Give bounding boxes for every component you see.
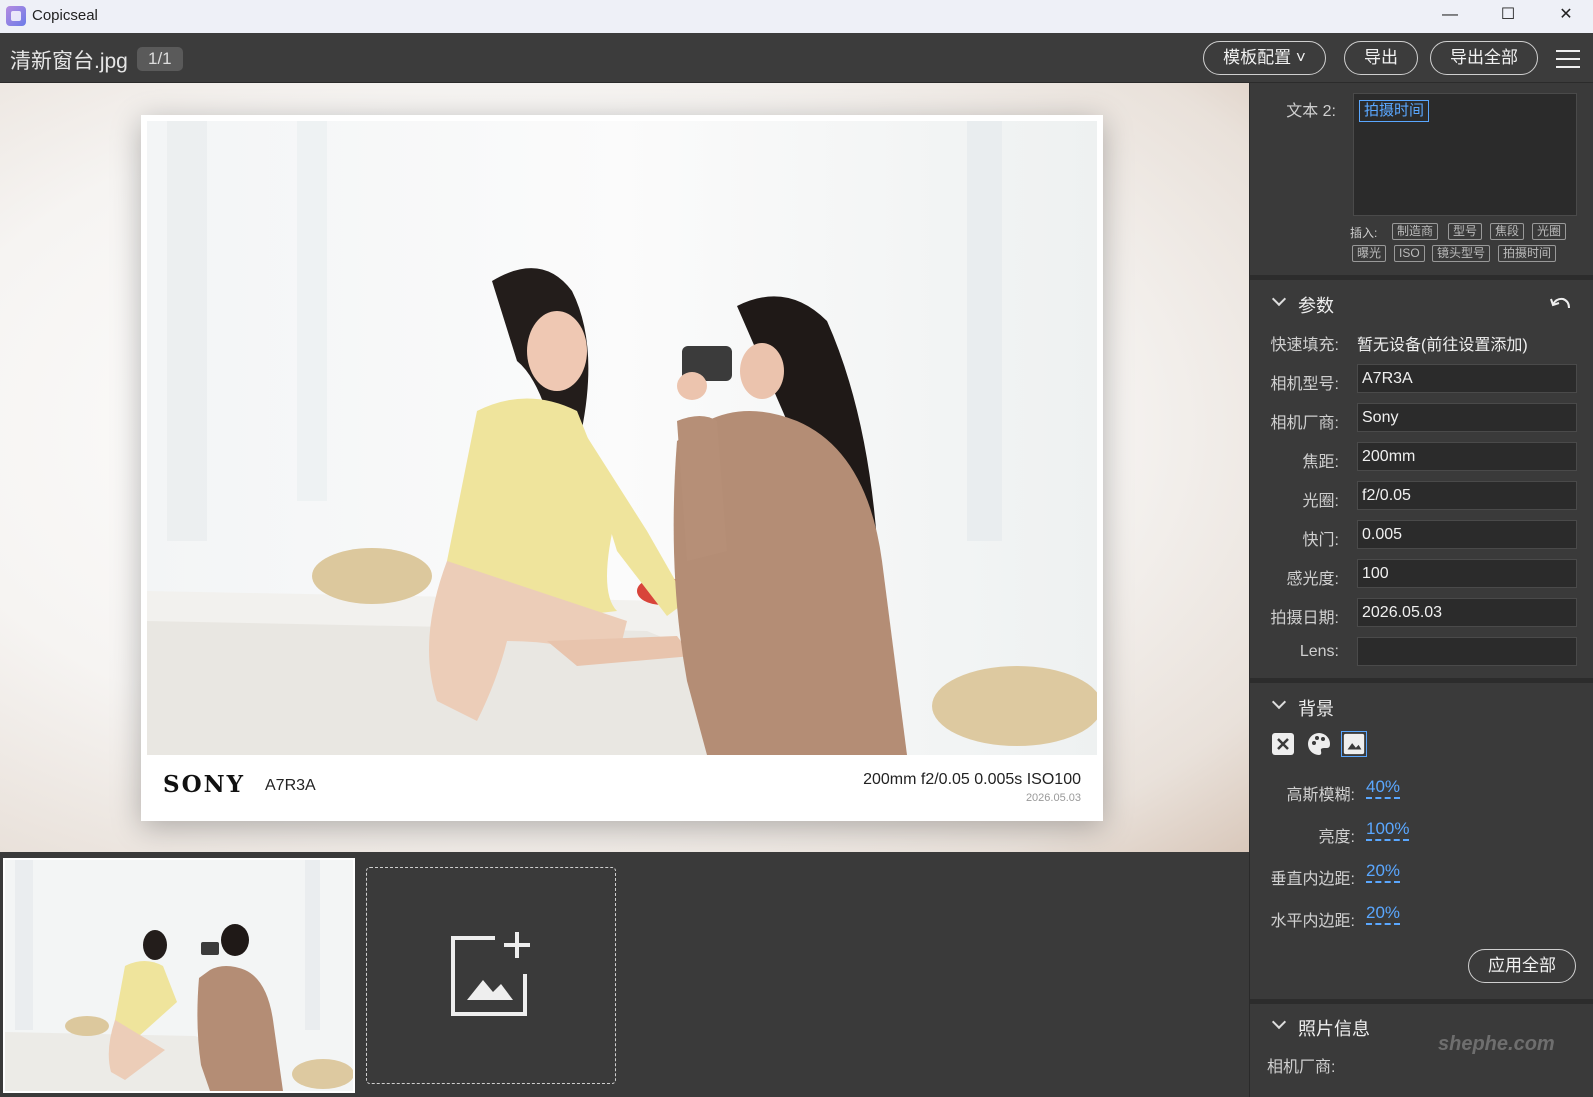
photo-info-maker-label: 相机厂商: <box>1267 1059 1336 1076</box>
settings-panel: 文本 2: 拍摄时间 插入: 制造商 型号 焦段 光圈 曝光 ISO 镜头型号 … <box>1249 83 1593 1097</box>
camera-model-label: 相机型号: <box>1270 376 1339 393</box>
brightness-value[interactable]: 100% <box>1366 819 1410 841</box>
minimize-button[interactable]: — <box>1421 0 1479 33</box>
close-button[interactable]: ✕ <box>1537 0 1593 33</box>
site-watermark: shephe.com <box>1438 1033 1555 1055</box>
horizontal-padding-label: 水平内边距: <box>1270 913 1355 930</box>
vertical-padding-value[interactable]: 20% <box>1366 861 1401 883</box>
insert-tag-aperture[interactable]: 光圈 <box>1532 223 1567 240</box>
no-background-icon[interactable] <box>1270 731 1296 757</box>
section-divider <box>1250 678 1593 683</box>
insert-tag-model[interactable]: 型号 <box>1448 223 1483 240</box>
section-divider <box>1250 999 1593 1004</box>
insert-tag-focal[interactable]: 焦段 <box>1490 223 1525 240</box>
aperture-label: 光圈: <box>1302 493 1339 510</box>
window-title: Copicseal <box>32 7 98 24</box>
export-button[interactable]: 导出 <box>1344 41 1418 75</box>
lens-label: Lens: <box>1299 643 1339 660</box>
camera-model-text: A7R3A <box>265 777 316 794</box>
thumbnail-image <box>5 860 353 1091</box>
image-background-icon[interactable] <box>1341 731 1367 757</box>
photo-info-section-title[interactable]: 照片信息 <box>1298 1015 1370 1041</box>
image-counter: 1/1 <box>137 47 183 71</box>
file-name: 清新窗台.jpg <box>10 50 128 73</box>
chevron-down-icon[interactable] <box>1271 291 1287 307</box>
preview-canvas: SONY A7R3A 200mm f2/0.05 0.005s ISO100 2… <box>0 83 1249 852</box>
photo <box>147 121 1097 755</box>
gaussian-blur-value[interactable]: 40% <box>1366 777 1401 799</box>
insert-tag-lens[interactable]: 镜头型号 <box>1432 245 1491 262</box>
insert-tag-exposure[interactable]: 曝光 <box>1352 245 1387 262</box>
horizontal-padding-value[interactable]: 20% <box>1366 903 1401 925</box>
insert-tag-iso[interactable]: ISO <box>1394 245 1425 262</box>
palette-icon[interactable] <box>1306 731 1332 757</box>
section-divider <box>1250 275 1593 280</box>
brightness-label: 亮度: <box>1318 829 1355 846</box>
shutter-label: 快门: <box>1302 532 1339 549</box>
shutter-field[interactable]: 0.005 <box>1357 520 1577 549</box>
iso-label: 感光度: <box>1286 571 1339 588</box>
camera-model-field[interactable]: A7R3A <box>1357 364 1577 393</box>
lens-field[interactable] <box>1357 637 1577 666</box>
template-config-button[interactable]: 模板配置 ˅ <box>1203 41 1326 75</box>
brand-logo: SONY <box>163 771 246 798</box>
quick-fill-label: 快速填充: <box>1270 337 1339 354</box>
photo-card: SONY A7R3A 200mm f2/0.05 0.005s ISO100 2… <box>141 115 1103 821</box>
photo-image <box>147 121 1097 755</box>
chevron-down-icon[interactable] <box>1271 694 1287 710</box>
add-image-slot[interactable] <box>366 867 616 1084</box>
camera-maker-field[interactable]: Sony <box>1357 403 1577 432</box>
title-bar: Copicseal — ☐ ✕ <box>0 0 1593 33</box>
shot-date-text: 2026.05.03 <box>1025 792 1081 804</box>
insert-label: 插入: <box>1350 226 1378 240</box>
quick-fill-value[interactable]: 暂无设备(前往设置添加) <box>1357 331 1528 355</box>
shot-date-field[interactable]: 2026.05.03 <box>1357 598 1577 627</box>
filmstrip <box>0 852 1249 1097</box>
text2-label: 文本 2: <box>1286 103 1336 120</box>
aperture-field[interactable]: f2/0.05 <box>1357 481 1577 510</box>
text2-input[interactable]: 拍摄时间 <box>1353 93 1577 216</box>
add-image-icon <box>451 932 530 1016</box>
maximize-button[interactable]: ☐ <box>1479 0 1537 33</box>
vertical-padding-label: 垂直内边距: <box>1270 871 1355 888</box>
toolbar: 清新窗台.jpg 1/1 模板配置 ˅ 导出 导出全部 <box>0 33 1593 83</box>
chevron-down-icon[interactable] <box>1271 1014 1287 1030</box>
app-icon <box>6 6 26 26</box>
gaussian-blur-label: 高斯模糊: <box>1286 787 1355 804</box>
background-section-title[interactable]: 背景 <box>1298 695 1334 721</box>
insert-tag-maker[interactable]: 制造商 <box>1392 223 1439 240</box>
iso-field[interactable]: 100 <box>1357 559 1577 588</box>
export-all-button[interactable]: 导出全部 <box>1430 41 1538 75</box>
thumbnail-selected[interactable] <box>3 858 355 1093</box>
menu-icon[interactable] <box>1556 50 1580 68</box>
text2-token-chip[interactable]: 拍摄时间 <box>1359 100 1430 122</box>
focal-length-field[interactable]: 200mm <box>1357 442 1577 471</box>
apply-all-button[interactable]: 应用全部 <box>1468 949 1576 983</box>
params-section-title[interactable]: 参数 <box>1298 292 1334 318</box>
insert-tag-shot-time[interactable]: 拍摄时间 <box>1498 245 1557 262</box>
reset-icon[interactable] <box>1549 295 1571 313</box>
focal-length-label: 焦距: <box>1302 454 1339 471</box>
camera-maker-label: 相机厂商: <box>1270 415 1339 432</box>
shot-date-label: 拍摄日期: <box>1270 610 1339 627</box>
exposure-params-text: 200mm f2/0.05 0.005s ISO100 <box>863 771 1081 788</box>
